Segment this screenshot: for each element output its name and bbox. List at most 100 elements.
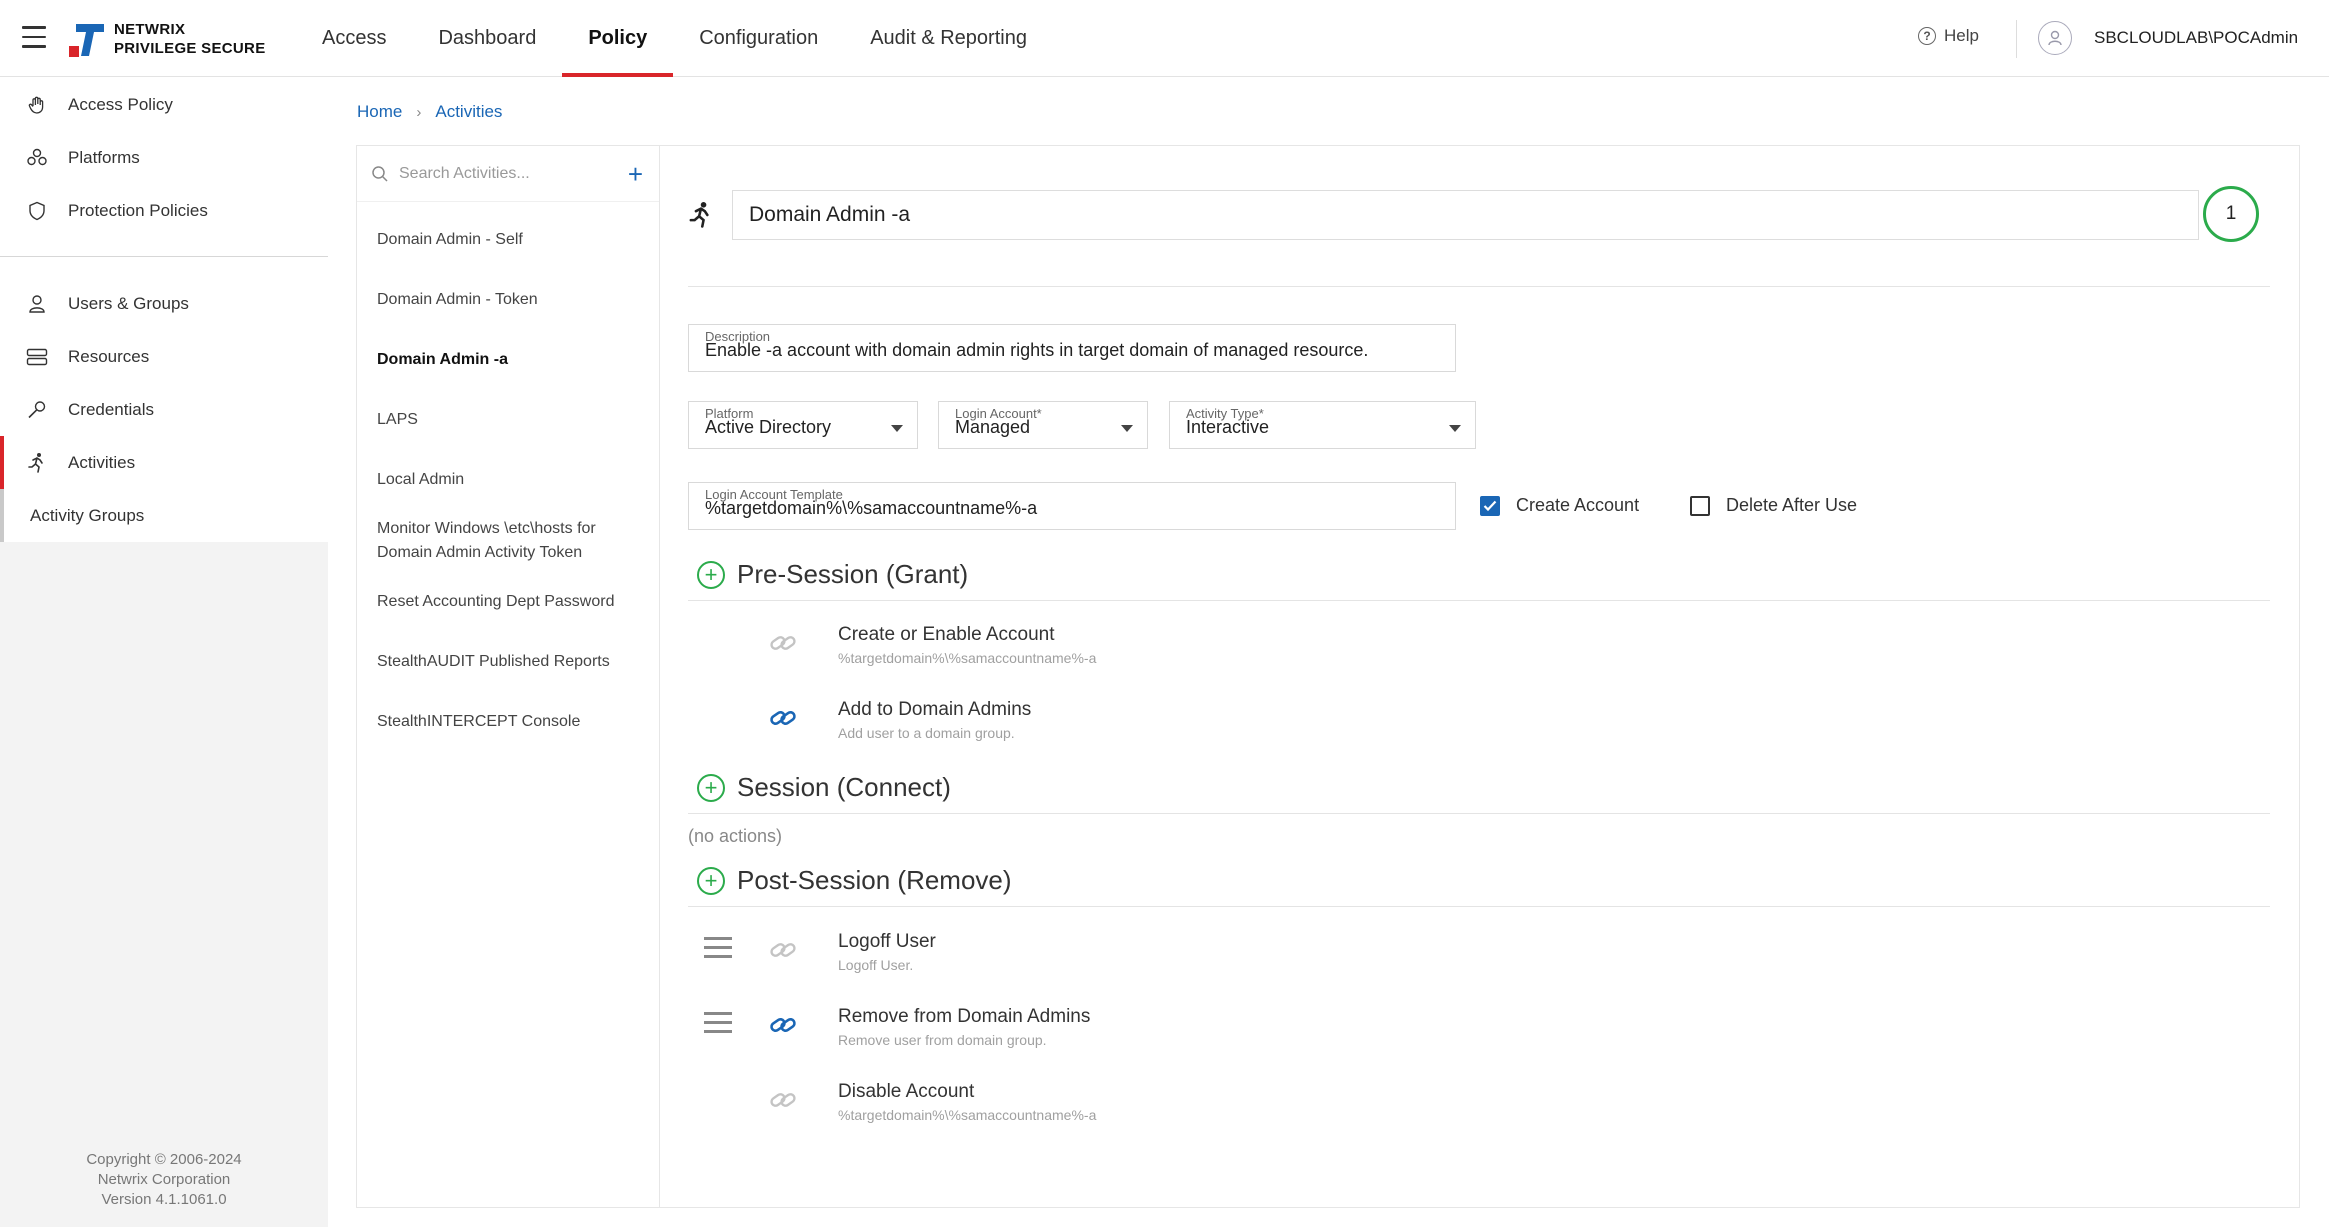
link-icon[interactable] bbox=[768, 1085, 798, 1115]
brand-line1: NETWRIX bbox=[114, 21, 186, 38]
list-item-selected[interactable]: Domain Admin -a bbox=[357, 330, 659, 390]
sidebar-divider bbox=[0, 237, 328, 257]
platform-value: Active Directory bbox=[705, 417, 832, 437]
add-pre-session-action-button[interactable]: + bbox=[697, 560, 725, 589]
tab-audit-reporting[interactable]: Audit & Reporting bbox=[844, 0, 1053, 77]
sidebar: Access Policy Platforms Protection Polic… bbox=[0, 78, 328, 1227]
brand-line2: PRIVILEGE SECURE bbox=[114, 40, 266, 57]
breadcrumb-current[interactable]: Activities bbox=[435, 102, 502, 122]
list-item[interactable]: StealthINTERCEPT Console bbox=[357, 692, 659, 752]
breadcrumb-home[interactable]: Home bbox=[357, 102, 402, 122]
copyright-text: Copyright © 2006-2024 bbox=[86, 1151, 242, 1168]
sidebar-item-label: Access Policy bbox=[68, 94, 173, 114]
activity-type-select[interactable]: Activity Type* Interactive bbox=[1169, 401, 1476, 449]
no-actions-text: (no actions) bbox=[688, 826, 783, 846]
hand-icon bbox=[26, 94, 48, 116]
description-field[interactable]: Description Enable -a account with domai… bbox=[688, 324, 1456, 372]
hamburger-menu-icon[interactable] bbox=[22, 26, 46, 48]
sidebar-footer: Copyright © 2006-2024 Netwrix Corporatio… bbox=[0, 1150, 328, 1210]
sidebar-group-policy: Access Policy Platforms Protection Polic… bbox=[0, 78, 328, 542]
list-item[interactable]: Domain Admin - Token bbox=[357, 270, 659, 330]
sidebar-item-credentials[interactable]: Credentials bbox=[0, 383, 328, 436]
activity-name-row bbox=[688, 190, 2248, 240]
list-item[interactable]: Reset Accounting Dept Password bbox=[357, 572, 659, 632]
sidebar-item-label: Resources bbox=[68, 346, 150, 366]
delete-after-use-label: Delete After Use bbox=[1726, 495, 1858, 515]
tab-configuration[interactable]: Configuration bbox=[673, 0, 844, 77]
version-text: Version 4.1.1061.0 bbox=[101, 1191, 227, 1208]
sidebar-item-label: Activities bbox=[68, 452, 136, 472]
tab-access[interactable]: Access bbox=[296, 0, 412, 77]
sidebar-item-activity-groups[interactable]: Activity Groups bbox=[0, 489, 328, 542]
link-icon[interactable] bbox=[768, 935, 798, 965]
checkbox-unchecked-icon bbox=[1690, 495, 1710, 516]
action-subtitle: %targetdomain%\%samaccountname%-a bbox=[838, 650, 1097, 666]
platforms-icon bbox=[26, 147, 48, 169]
usage-count-badge[interactable]: 1 bbox=[2203, 186, 2259, 242]
sidebar-item-label: Credentials bbox=[68, 399, 154, 419]
action-title[interactable]: Logoff User bbox=[838, 931, 936, 953]
user-divider bbox=[2016, 20, 2017, 58]
action-subtitle: Remove user from domain group. bbox=[838, 1032, 1047, 1048]
divider bbox=[688, 906, 2270, 907]
sidebar-item-label: Users & Groups bbox=[68, 293, 189, 313]
list-item[interactable]: Local Admin bbox=[357, 450, 659, 510]
sidebar-item-platforms[interactable]: Platforms bbox=[0, 131, 328, 184]
action-title[interactable]: Remove from Domain Admins bbox=[838, 1006, 1090, 1028]
divider bbox=[688, 286, 2270, 287]
help-icon: ? bbox=[1918, 27, 1936, 45]
user-icon bbox=[26, 293, 48, 315]
delete-after-use-checkbox[interactable]: Delete After Use bbox=[1690, 495, 1857, 516]
divider bbox=[688, 600, 2270, 601]
runner-icon bbox=[689, 202, 709, 228]
activity-name-input[interactable] bbox=[732, 190, 2199, 240]
action-title[interactable]: Disable Account bbox=[838, 1081, 974, 1103]
search-icon bbox=[372, 165, 388, 182]
breadcrumb: Home › Activities bbox=[357, 102, 502, 122]
sidebar-item-access-policy[interactable]: Access Policy bbox=[0, 78, 328, 131]
search-activities-input[interactable] bbox=[399, 164, 628, 183]
company-name: Netwrix Corporation bbox=[97, 1171, 231, 1188]
add-activity-button[interactable]: + bbox=[628, 161, 643, 187]
action-subtitle: Add user to a domain group. bbox=[838, 725, 1015, 741]
add-post-session-action-button[interactable]: + bbox=[697, 866, 725, 895]
tab-policy[interactable]: Policy bbox=[562, 0, 674, 77]
login-account-value: Managed bbox=[955, 417, 1031, 437]
help-button[interactable]: ? Help bbox=[1918, 26, 1979, 46]
help-label: Help bbox=[1944, 26, 1979, 45]
login-account-template-field[interactable]: Login Account Template %targetdomain%\%s… bbox=[688, 482, 1456, 530]
sidebar-item-protection-policies[interactable]: Protection Policies bbox=[0, 184, 328, 237]
action-title[interactable]: Add to Domain Admins bbox=[838, 699, 1031, 721]
session-title: Session (Connect) bbox=[737, 772, 951, 802]
link-icon[interactable] bbox=[768, 628, 798, 658]
username[interactable]: SBCLOUDLAB\POCAdmin bbox=[2094, 28, 2298, 48]
list-item[interactable]: StealthAUDIT Published Reports bbox=[357, 632, 659, 692]
chevron-down-icon bbox=[1449, 425, 1461, 432]
avatar-icon[interactable] bbox=[2038, 21, 2072, 55]
link-icon[interactable] bbox=[768, 703, 798, 733]
create-account-checkbox[interactable]: Create Account bbox=[1480, 495, 1639, 516]
sidebar-item-activities[interactable]: Activities bbox=[0, 436, 328, 489]
login-account-select[interactable]: Login Account* Managed bbox=[938, 401, 1148, 449]
sidebar-item-users-groups[interactable]: Users & Groups bbox=[0, 277, 328, 330]
list-item[interactable]: Domain Admin - Self bbox=[357, 210, 659, 270]
drag-handle-icon[interactable] bbox=[704, 1012, 732, 1036]
pre-session-title: Pre-Session (Grant) bbox=[737, 559, 969, 589]
action-row-add-to-domain-admins: Add to Domain Admins Add user to a domai… bbox=[660, 691, 2260, 751]
tab-dashboard[interactable]: Dashboard bbox=[412, 0, 562, 77]
sidebar-item-resources[interactable]: Resources bbox=[0, 330, 328, 383]
action-row-remove-from-domain-admins: Remove from Domain Admins Remove user fr… bbox=[660, 998, 2260, 1058]
add-session-action-button[interactable]: + bbox=[697, 773, 725, 802]
drag-handle-icon[interactable] bbox=[704, 937, 732, 961]
list-item[interactable]: LAPS bbox=[357, 390, 659, 450]
post-session-title: Post-Session (Remove) bbox=[737, 865, 1012, 895]
pre-session-header: + Pre-Session (Grant) bbox=[697, 559, 968, 590]
activity-type-value: Interactive bbox=[1186, 417, 1270, 437]
list-item[interactable]: Monitor Windows \etc\hosts for Domain Ad… bbox=[357, 510, 659, 572]
brand-name: NETWRIX PRIVILEGE SECURE bbox=[114, 20, 266, 58]
platform-select[interactable]: Platform Active Directory bbox=[688, 401, 918, 449]
key-icon bbox=[26, 399, 48, 421]
link-icon[interactable] bbox=[768, 1010, 798, 1040]
action-title[interactable]: Create or Enable Account bbox=[838, 624, 1055, 646]
